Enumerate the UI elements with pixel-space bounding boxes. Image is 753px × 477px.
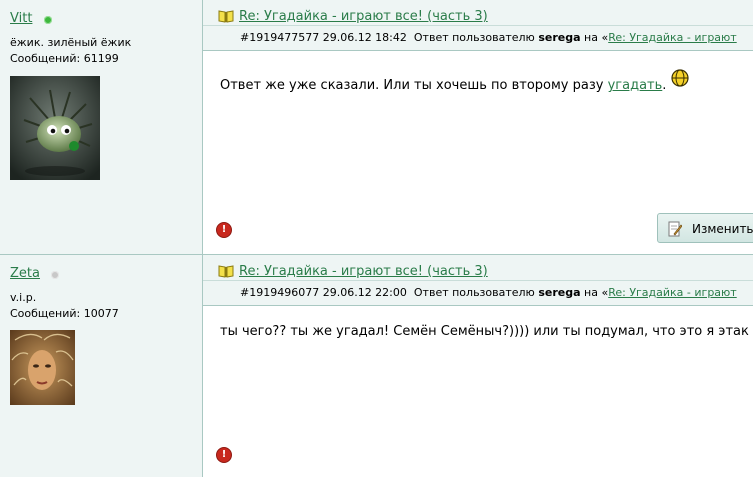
post-body-link[interactable]: угадать [608,78,663,93]
post-meta: #1919477577 29.06.12 18:42 Ответ пользов… [240,31,737,44]
online-status-icon [44,16,52,24]
report-icon[interactable]: ! [216,447,232,463]
post-title-link[interactable]: Re: Угадайка - играют все! (часть 3) [239,9,488,24]
offline-status-icon [51,271,59,279]
author-name-link[interactable]: Vitt [10,11,32,26]
post-datetime: 29.06.12 22:00 [322,286,407,299]
post-number[interactable]: #1919496077 [240,286,319,299]
reply-post-link[interactable]: Re: Угадайка - играют [608,286,737,299]
reply-on: на « [584,286,609,299]
reply-user: serega [538,31,581,44]
post-content: Re: Угадайка - играют все! (часть 3) #19… [203,255,753,477]
edit-button[interactable]: Изменить [657,213,753,243]
author-name-link[interactable]: Zeta [10,266,40,281]
reply-post-link[interactable]: Re: Угадайка - играют [608,31,737,44]
header-divider [203,280,753,281]
book-icon [218,10,234,23]
edit-button-label: Изменить [692,222,753,236]
reply-prefix: Ответ пользователю [413,31,535,44]
forum-post: Zeta v.i.p. Сообщений: 10077 Re: Угадайк… [0,255,753,477]
author-message-count: Сообщений: 61199 [10,52,119,65]
forum-post: Vitt ёжик. зилёный ёжик Сообщений: 61199 [0,0,753,254]
edit-icon [668,221,682,237]
author-title: v.i.p. [10,291,37,304]
author-title: ёжик. зилёный ёжик [10,36,132,49]
post-body-text: Ответ же уже сказали. Или ты хочешь по в… [220,78,608,93]
author-panel: Zeta v.i.p. Сообщений: 10077 [0,255,203,477]
avatar[interactable] [10,330,75,405]
post-body: ты чего?? ты же угадал! Семён Семёныч?))… [220,324,749,339]
smiley-icon [671,69,689,87]
post-body: Ответ же уже сказали. Или ты хочешь по в… [220,78,666,93]
post-body-text: ты чего?? ты же угадал! Семён Семёныч?))… [220,324,749,339]
post-datetime: 29.06.12 18:42 [322,31,407,44]
post-number[interactable]: #1919477577 [240,31,319,44]
post-content: Re: Угадайка - играют все! (часть 3) #19… [203,0,753,254]
report-icon[interactable]: ! [216,222,232,238]
post-meta: #1919496077 29.06.12 22:00 Ответ пользов… [240,286,737,299]
hedgehog-avatar-icon [10,76,100,180]
reply-prefix: Ответ пользователю [413,286,535,299]
avatar[interactable] [10,76,100,180]
post-body-end: . [662,78,667,93]
woman-avatar-icon [10,330,75,405]
post-header: Re: Угадайка - играют все! (часть 3) #19… [203,0,753,51]
author-message-count: Сообщений: 10077 [10,307,119,320]
reply-on: на « [584,31,609,44]
book-icon [218,265,234,278]
author-panel: Vitt ёжик. зилёный ёжик Сообщений: 61199 [0,0,203,254]
post-title-link[interactable]: Re: Угадайка - играют все! (часть 3) [239,264,488,279]
post-header: Re: Угадайка - играют все! (часть 3) #19… [203,255,753,306]
reply-user: serega [538,286,581,299]
header-divider [203,25,753,26]
